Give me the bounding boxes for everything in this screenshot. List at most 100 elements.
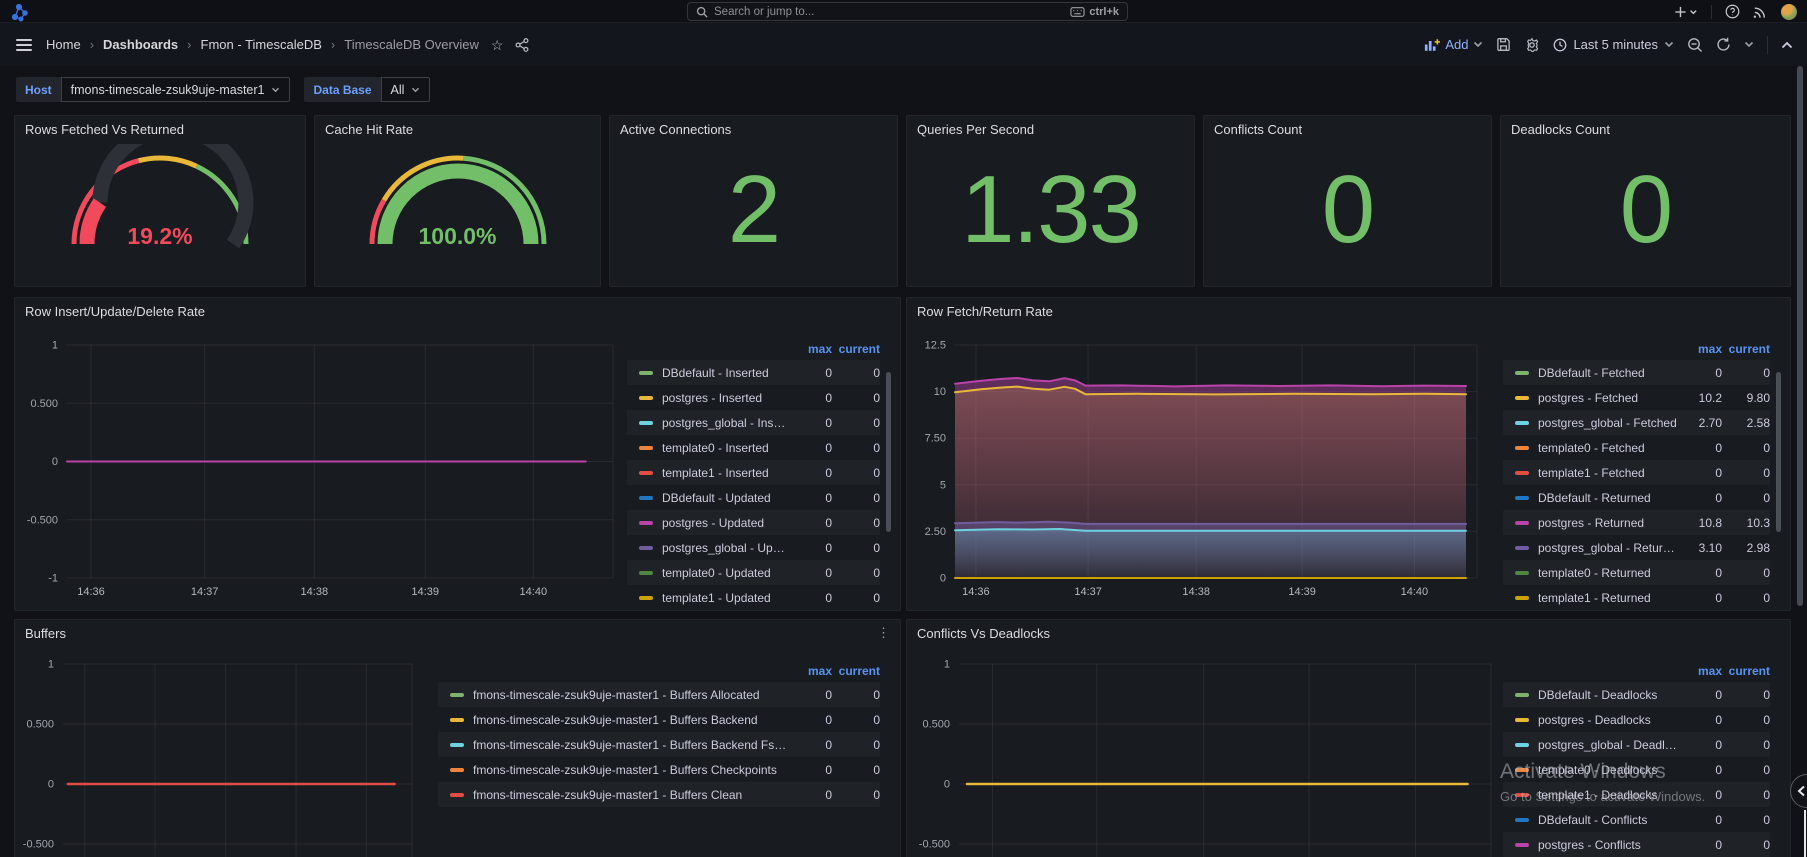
breadcrumb-item[interactable]: Fmon - TimescaleDB <box>178 37 322 52</box>
time-series-plot[interactable]: 10.5000-0.500-114:3614:3714:3814:3914:40 <box>23 324 627 608</box>
legend-item[interactable]: fmons-timescale-zsuk9uje-master1 - Buffe… <box>438 782 880 807</box>
news-rss-icon[interactable] <box>1753 4 1768 19</box>
legend-item[interactable]: postgres - Inserted 0 0 <box>627 385 880 410</box>
legend-item[interactable]: DBdefault - Fetched 0 0 <box>1503 360 1770 385</box>
series-label[interactable]: template0 - Updated <box>662 566 788 580</box>
series-label[interactable]: template0 - Returned <box>1538 566 1678 580</box>
series-label[interactable]: postgres_global - Updated <box>662 541 788 555</box>
panel-title[interactable]: Buffers⋮ <box>15 620 900 646</box>
panel-title[interactable]: Conflicts Vs Deadlocks <box>907 620 1790 646</box>
series-label[interactable]: template1 - Returned <box>1538 591 1678 605</box>
legend-item[interactable]: fmons-timescale-zsuk9uje-master1 - Buffe… <box>438 757 880 782</box>
save-dashboard-button[interactable] <box>1496 37 1511 52</box>
legend-item[interactable]: template0 - Returned 0 0 <box>1503 560 1770 585</box>
legend-item[interactable]: template0 - Fetched 0 0 <box>1503 435 1770 460</box>
series-label[interactable]: template1 - Updated <box>662 591 788 605</box>
series-label[interactable]: DBdefault - Conflicts <box>1538 813 1678 827</box>
series-label[interactable]: template1 - Fetched <box>1538 466 1678 480</box>
legend-item[interactable]: postgres_global - Updated 0 0 <box>627 535 880 560</box>
time-series-plot[interactable]: 10.5000-0.500 <box>23 646 438 857</box>
favorite-star-icon[interactable]: ☆ <box>491 38 504 52</box>
series-label[interactable]: postgres - Fetched <box>1538 391 1678 405</box>
legend-item[interactable]: template1 - Updated 0 0 <box>627 585 880 610</box>
grafana-logo-icon[interactable] <box>10 2 30 22</box>
legend-item[interactable]: DBdefault - Updated 0 0 <box>627 485 880 510</box>
dashboard-settings-button[interactable] <box>1524 37 1540 53</box>
legend-sort-max[interactable]: max <box>788 342 832 356</box>
breadcrumb-item[interactable]: TimescaleDB Overview <box>322 37 479 52</box>
panel-title[interactable]: Row Fetch/Return Rate <box>907 298 1790 324</box>
legend-sort-current[interactable]: current <box>1722 342 1770 356</box>
series-label[interactable]: template1 - Deadlocks <box>1538 788 1678 802</box>
legend-item[interactable]: postgres - Returned 10.8 10.3 <box>1503 510 1770 535</box>
series-label[interactable]: postgres_global - Inserted <box>662 416 788 430</box>
series-label[interactable]: DBdefault - Fetched <box>1538 366 1678 380</box>
series-label[interactable]: postgres - Inserted <box>662 391 788 405</box>
series-label[interactable]: postgres_global - Returned <box>1538 541 1678 555</box>
panel-title[interactable]: Deadlocks Count <box>1501 116 1790 142</box>
series-label[interactable]: postgres - Deadlocks <box>1538 713 1678 727</box>
legend-item[interactable]: postgres - Fetched 10.2 9.80 <box>1503 385 1770 410</box>
series-label[interactable]: DBdefault - Returned <box>1538 491 1678 505</box>
series-label[interactable]: fmons-timescale-zsuk9uje-master1 - Buffe… <box>473 738 788 752</box>
legend-item[interactable]: postgres_global - Inserted 0 0 <box>627 410 880 435</box>
sidebar-expand-button[interactable] <box>1790 774 1807 808</box>
search-input[interactable]: Search or jump to... ctrl+k <box>687 2 1128 21</box>
legend-item[interactable]: template1 - Returned 0 0 <box>1503 585 1770 610</box>
series-label[interactable]: postgres - Conflicts <box>1538 838 1678 852</box>
legend-sort-max[interactable]: max <box>1678 342 1722 356</box>
page-scrollbar[interactable] <box>1797 66 1803 606</box>
legend-item[interactable]: DBdefault - Deadlocks 0 0 <box>1503 682 1770 707</box>
collapse-toolbar-button[interactable] <box>1781 41 1793 49</box>
legend-item[interactable]: fmons-timescale-zsuk9uje-master1 - Buffe… <box>438 707 880 732</box>
series-label[interactable]: fmons-timescale-zsuk9uje-master1 - Buffe… <box>473 688 788 702</box>
legend-scrollbar[interactable] <box>1776 372 1781 532</box>
time-series-plot[interactable]: 12.5107.5052.50014:3614:3714:3814:3914:4… <box>915 324 1503 608</box>
legend-sort-current[interactable]: current <box>832 664 880 678</box>
legend-item[interactable]: fmons-timescale-zsuk9uje-master1 - Buffe… <box>438 682 880 707</box>
series-label[interactable]: postgres_global - Fetched <box>1538 416 1678 430</box>
series-label[interactable]: template0 - Deadlocks <box>1538 763 1678 777</box>
refresh-interval-dropdown[interactable] <box>1744 41 1754 48</box>
legend-item[interactable]: template1 - Fetched 0 0 <box>1503 460 1770 485</box>
legend-item[interactable]: template0 - Inserted 0 0 <box>627 435 880 460</box>
series-label[interactable]: postgres - Updated <box>662 516 788 530</box>
panel-title[interactable]: Row Insert/Update/Delete Rate <box>15 298 900 324</box>
legend-sort-max[interactable]: max <box>788 664 832 678</box>
panel-title[interactable]: Rows Fetched Vs Returned <box>15 116 305 142</box>
legend-item[interactable]: fmons-timescale-zsuk9uje-master1 - Buffe… <box>438 732 880 757</box>
panel-title[interactable]: Conflicts Count <box>1204 116 1491 142</box>
series-label[interactable]: template0 - Inserted <box>662 441 788 455</box>
series-label[interactable]: template1 - Inserted <box>662 466 788 480</box>
legend-item[interactable]: template0 - Deadlocks 0 0 <box>1503 757 1770 782</box>
legend-item[interactable]: postgres - Conflicts 0 0 <box>1503 832 1770 857</box>
breadcrumb-item[interactable]: Dashboards <box>81 37 178 52</box>
legend-item[interactable]: postgres - Updated 0 0 <box>627 510 880 535</box>
series-label[interactable]: fmons-timescale-zsuk9uje-master1 - Buffe… <box>473 763 788 777</box>
legend-item[interactable]: template0 - Updated 0 0 <box>627 560 880 585</box>
new-item-button[interactable] <box>1674 5 1698 19</box>
series-label[interactable]: DBdefault - Updated <box>662 491 788 505</box>
panel-title[interactable]: Queries Per Second <box>907 116 1194 142</box>
variable-value-dropdown[interactable]: All <box>381 77 431 102</box>
series-label[interactable]: DBdefault - Inserted <box>662 366 788 380</box>
series-label[interactable]: DBdefault - Deadlocks <box>1538 688 1678 702</box>
legend-item[interactable]: template1 - Deadlocks 0 0 <box>1503 782 1770 807</box>
refresh-button[interactable] <box>1716 37 1731 52</box>
series-label[interactable]: fmons-timescale-zsuk9uje-master1 - Buffe… <box>473 713 788 727</box>
legend-item[interactable]: postgres - Deadlocks 0 0 <box>1503 707 1770 732</box>
panel-menu-icon[interactable]: ⋮ <box>877 626 890 646</box>
zoom-out-time-button[interactable] <box>1687 37 1703 53</box>
series-label[interactable]: template0 - Fetched <box>1538 441 1678 455</box>
help-icon[interactable] <box>1725 4 1740 19</box>
user-avatar[interactable] <box>1781 4 1797 20</box>
legend-sort-current[interactable]: current <box>1722 664 1770 678</box>
time-series-plot[interactable]: 10.5000-0.500 <box>915 646 1503 857</box>
legend-item[interactable]: postgres_global - Fetched 2.70 2.58 <box>1503 410 1770 435</box>
legend-item[interactable]: DBdefault - Conflicts 0 0 <box>1503 807 1770 832</box>
breadcrumb-item[interactable]: Home <box>46 37 81 52</box>
add-panel-button[interactable]: Add <box>1424 37 1483 52</box>
legend-scrollbar[interactable] <box>886 372 891 532</box>
time-range-picker[interactable]: Last 5 minutes <box>1553 37 1674 52</box>
series-label[interactable]: fmons-timescale-zsuk9uje-master1 - Buffe… <box>473 788 788 802</box>
